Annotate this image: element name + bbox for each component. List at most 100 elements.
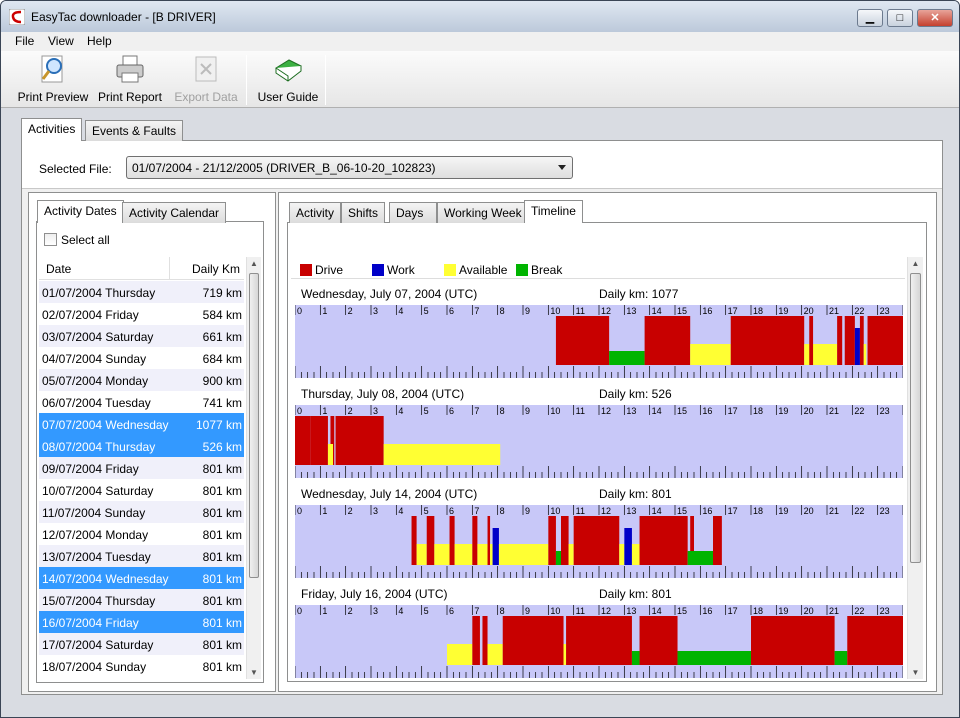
- list-item[interactable]: 09/07/2004 Friday 801 km: [39, 457, 244, 479]
- hour-label: 15: [677, 606, 687, 616]
- select-all-checkbox[interactable]: [44, 233, 57, 246]
- timeline-chart: 0 1 2 3 4 5 6 7 8 9 10 11 12 13 14 15 16 17 18 19 20 21 22 23: [295, 305, 903, 378]
- day-km: Daily km: 801: [599, 487, 672, 501]
- list-item[interactable]: 10/07/2004 Saturday 801 km: [39, 479, 244, 501]
- menu-view[interactable]: View: [48, 34, 74, 48]
- hour-label: 2: [348, 406, 353, 416]
- activity-segment-available: [631, 544, 640, 565]
- tab-events-faults[interactable]: Events & Faults: [85, 120, 184, 141]
- tab-timeline[interactable]: Timeline: [524, 200, 583, 223]
- export-data-button[interactable]: Export Data: [173, 54, 239, 104]
- scroll-thumb[interactable]: [249, 273, 259, 578]
- list-item[interactable]: 05/07/2004 Monday 900 km: [39, 369, 244, 391]
- scroll-down-icon[interactable]: ▼: [908, 668, 923, 677]
- row-date: 16/07/2004 Friday: [42, 616, 139, 630]
- list-item[interactable]: 18/07/2004 Sunday 801 km: [39, 655, 244, 677]
- list-scrollbar[interactable]: ▲ ▼: [246, 257, 261, 679]
- hour-label: 14: [652, 606, 662, 616]
- activity-segment-drive: [482, 616, 488, 665]
- hour-label: 21: [829, 406, 839, 416]
- timeline-scrollbar[interactable]: ▲ ▼: [907, 257, 923, 679]
- row-date: 18/07/2004 Sunday: [42, 660, 147, 674]
- close-button[interactable]: ✕: [917, 9, 953, 27]
- tab-activity[interactable]: Activity: [289, 202, 342, 223]
- hour-label: 4: [398, 606, 403, 616]
- selected-file-label: Selected File:: [39, 162, 112, 176]
- magnifier-icon: [41, 55, 63, 83]
- menu-help[interactable]: Help: [87, 34, 112, 48]
- row-date: 09/07/2004 Friday: [42, 462, 139, 476]
- hour-label: 16: [702, 506, 712, 516]
- activity-segment-drive: [867, 316, 903, 365]
- row-km: 684 km: [202, 352, 242, 366]
- row-date: 08/07/2004 Thursday: [42, 440, 156, 454]
- tab-shifts[interactable]: Shifts: [341, 202, 386, 223]
- row-km: 801 km: [202, 506, 242, 520]
- row-date: 12/07/2004 Monday: [42, 528, 149, 542]
- hour-label: 10: [550, 306, 560, 316]
- selected-file-dropdown[interactable]: 01/07/2004 - 21/12/2005 (DRIVER_B_06-10-…: [126, 156, 573, 179]
- activity-segment-available: [563, 644, 567, 665]
- hour-label: 20: [804, 406, 814, 416]
- toolbar-separator: [246, 55, 247, 105]
- maximize-button[interactable]: □: [887, 9, 913, 27]
- list-item[interactable]: 01/07/2004 Thursday 719 km: [39, 281, 244, 303]
- column-daily-km[interactable]: Daily Km: [192, 262, 240, 276]
- tab-activity-dates[interactable]: Activity Dates: [37, 200, 124, 223]
- list-item[interactable]: 07/07/2004 Wednesday 1077 km: [39, 413, 244, 435]
- list-item[interactable]: 06/07/2004 Tuesday 741 km: [39, 391, 244, 413]
- hour-label: 17: [728, 406, 738, 416]
- hour-label: 8: [500, 506, 505, 516]
- activity-segment-available: [619, 544, 625, 565]
- title-bar[interactable]: EasyTac downloader - [B DRIVER] ▁ □ ✕: [1, 1, 959, 32]
- hour-label: 0: [297, 506, 302, 516]
- scroll-down-icon[interactable]: ▼: [247, 668, 261, 677]
- timeline-strip: 0 1 2 3 4 5 6 7 8 9 10 11 12 13 14 15 16 17 18 19 20 21 22 23: [295, 405, 903, 478]
- day-title: Friday, July 16, 2004 (UTC): [301, 587, 448, 601]
- column-date[interactable]: Date: [46, 262, 71, 276]
- scroll-up-icon[interactable]: ▲: [908, 259, 923, 268]
- list-item[interactable]: 14/07/2004 Wednesday 801 km: [39, 567, 244, 589]
- hour-label: 23: [880, 406, 890, 416]
- list-item[interactable]: 12/07/2004 Monday 801 km: [39, 523, 244, 545]
- minimize-button[interactable]: ▁: [857, 9, 883, 27]
- hour-label: 5: [424, 306, 429, 316]
- list-item[interactable]: 11/07/2004 Sunday 801 km: [39, 501, 244, 523]
- activity-segment-drive: [809, 316, 814, 365]
- menu-file[interactable]: File: [15, 34, 34, 48]
- timeline-strip: 0 1 2 3 4 5 6 7 8 9 10 11 12 13 14 15 16 17 18 19 20 21 22 23: [295, 305, 903, 378]
- list-item[interactable]: 02/07/2004 Friday 584 km: [39, 303, 244, 325]
- day-km: Daily km: 1077: [599, 287, 679, 301]
- scroll-up-icon[interactable]: ▲: [247, 259, 261, 268]
- list-item[interactable]: 15/07/2004 Thursday 801 km: [39, 589, 244, 611]
- legend-drive: Drive: [300, 263, 343, 277]
- scroll-thumb[interactable]: [910, 273, 921, 563]
- day-title: Wednesday, July 14, 2004 (UTC): [301, 487, 478, 501]
- hour-label: 14: [652, 406, 662, 416]
- activity-segment-break: [609, 351, 645, 365]
- activity-segment-drive: [573, 516, 620, 565]
- list-item[interactable]: 17/07/2004 Saturday 801 km: [39, 633, 244, 655]
- hour-label: 18: [753, 606, 763, 616]
- tab-activity-calendar[interactable]: Activity Calendar: [122, 202, 227, 223]
- hour-label: 7: [474, 506, 479, 516]
- hour-label: 0: [297, 306, 302, 316]
- row-date: 15/07/2004 Thursday: [42, 594, 156, 608]
- list-item[interactable]: 03/07/2004 Saturday 661 km: [39, 325, 244, 347]
- print-preview-button[interactable]: Print Preview: [17, 54, 89, 104]
- list-item[interactable]: 13/07/2004 Tuesday 801 km: [39, 545, 244, 567]
- tab-activities[interactable]: Activities: [21, 118, 83, 141]
- list-item[interactable]: 04/07/2004 Sunday 684 km: [39, 347, 244, 369]
- list-item[interactable]: 08/07/2004 Thursday 526 km: [39, 435, 244, 457]
- user-guide-button[interactable]: User Guide: [257, 54, 319, 104]
- tab-days[interactable]: Days: [389, 202, 437, 223]
- activity-segment-drive: [449, 516, 455, 565]
- day-km: Daily km: 801: [599, 587, 672, 601]
- activity-segment-available: [477, 544, 488, 565]
- list-item[interactable]: 16/07/2004 Friday 801 km: [39, 611, 244, 633]
- hour-label: 11: [576, 506, 585, 516]
- print-report-button[interactable]: Print Report: [96, 54, 164, 104]
- hour-label: 23: [880, 606, 890, 616]
- tab-working-week[interactable]: Working Week: [437, 202, 529, 223]
- activity-segment-available: [383, 444, 501, 465]
